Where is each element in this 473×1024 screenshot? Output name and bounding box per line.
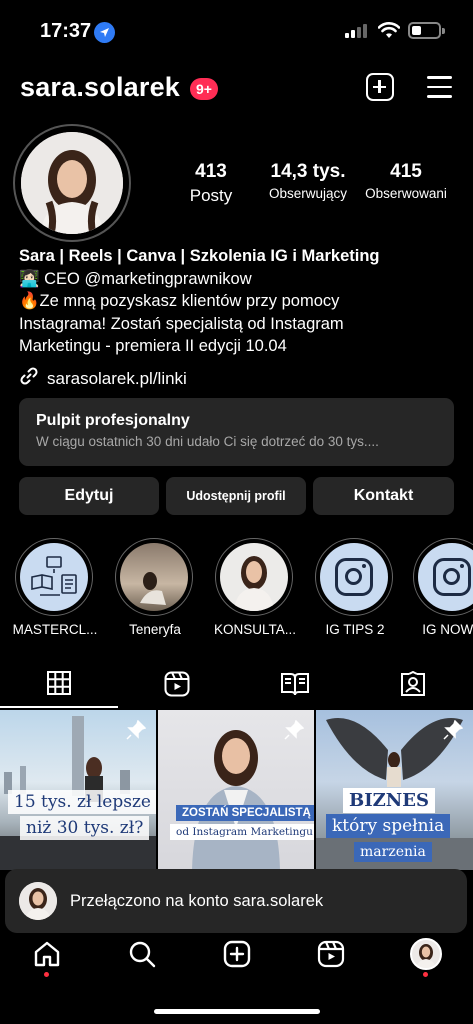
story-highlight[interactable]: MASTERCL...: [13, 538, 97, 637]
instagram-icon: [335, 558, 373, 596]
professional-dashboard-card[interactable]: Pulpit profesjonalny W ciągu ostatnich 3…: [19, 398, 454, 466]
post-caption: ZOSTAŃ SPECJALISTĄ: [176, 805, 314, 821]
tab-reels[interactable]: [118, 660, 236, 708]
following-count-value: 415: [390, 161, 422, 182]
notification-dot: [423, 972, 428, 977]
highlight-label: KONSULTA...: [213, 622, 296, 637]
nav-create[interactable]: [212, 934, 262, 974]
posts-count-value: 413: [195, 161, 227, 182]
instagram-icon: [433, 558, 471, 596]
location-icon: [94, 22, 115, 43]
bio-line: 🔥Ze mną pozyskasz klientów przy pomocy: [19, 292, 340, 310]
guides-icon: [281, 673, 309, 696]
highlight-label: Teneryfa: [129, 622, 181, 637]
pin-icon: [443, 720, 463, 740]
account-switch-toast: Przełączono na konto sara.solarek: [5, 869, 467, 933]
pin-icon: [126, 720, 146, 740]
tab-guides[interactable]: [236, 660, 354, 708]
add-icon: [223, 940, 251, 968]
bio-link[interactable]: sarasolarek.pl/linki: [19, 366, 187, 391]
followers-count-label: Obserwujący: [268, 186, 348, 201]
followers-count-value: 14,3 tys.: [270, 161, 346, 182]
nav-reels[interactable]: [306, 934, 356, 974]
bio-name: Sara | Reels | Canva | Szkolenia IG i Ma…: [19, 247, 380, 265]
bio-line: Instagrama! Zostań specjalistą od Instag…: [19, 314, 344, 333]
pin-icon: [284, 720, 304, 740]
bio-line: 👩🏻‍💻 CEO @marketingprawnikow: [19, 269, 252, 288]
profile-bio: Sara | Reels | Canva | Szkolenia IG i Ma…: [19, 245, 459, 358]
search-icon: [129, 941, 156, 968]
bio-link-text: sarasolarek.pl/linki: [47, 368, 187, 388]
posts-count[interactable]: 413 Posty: [176, 161, 246, 206]
grid-icon: [47, 671, 71, 695]
story-highlight[interactable]: IG TIPS 2: [315, 538, 395, 637]
nav-search[interactable]: [117, 934, 167, 974]
contact-button[interactable]: Kontakt: [313, 477, 454, 515]
highlight-photo: [220, 543, 288, 611]
nav-profile[interactable]: [401, 934, 451, 977]
bottom-navigation: [0, 934, 473, 984]
highlight-label: MASTERCL...: [12, 622, 98, 637]
menu-button[interactable]: [427, 76, 452, 98]
signal-icon: [345, 24, 369, 43]
bio-line: Marketingu - premiera II edycji 10.04: [19, 337, 287, 355]
tab-posts-grid[interactable]: [0, 660, 118, 708]
post-caption: marzenia: [354, 842, 432, 862]
profile-username[interactable]: sara.solarek: [20, 72, 180, 103]
post-caption: od Instagram Marketingu: [170, 824, 314, 840]
avatar[interactable]: [21, 132, 123, 234]
create-post-button[interactable]: [366, 73, 394, 101]
tab-tagged[interactable]: [354, 660, 472, 708]
profile-tabs: [0, 660, 473, 708]
link-icon: [19, 366, 39, 391]
following-count-label: Obserwowani: [365, 186, 447, 201]
following-count[interactable]: 415 Obserwowani: [358, 161, 454, 201]
story-highlight[interactable]: Teneryfa: [115, 538, 195, 637]
toast-avatar: [19, 882, 57, 920]
highlight-label: IG NOWO: [422, 622, 473, 637]
story-highlight[interactable]: KONSULTA...: [214, 538, 296, 637]
post-thumbnail[interactable]: BIZNES który spełnia marzenia: [316, 710, 473, 870]
status-time: 17:37: [40, 20, 92, 42]
home-icon: [34, 941, 60, 967]
posts-count-label: Posty: [189, 186, 233, 205]
followers-count[interactable]: 14,3 tys. Obserwujący: [258, 161, 358, 201]
battery-icon: [408, 22, 445, 39]
highlight-label: IG TIPS 2: [325, 622, 385, 637]
highlight-photo: [120, 543, 188, 611]
post-thumbnail[interactable]: 15 tys. zł lepsze niż 30 tys. zł?: [0, 710, 156, 870]
post-caption: niż 30 tys. zł?: [20, 816, 150, 840]
profile-avatar-icon: [410, 938, 442, 970]
notification-badge[interactable]: 9+: [190, 78, 218, 100]
post-caption: BIZNES: [343, 788, 435, 813]
reels-icon: [164, 671, 190, 697]
dashboard-subtitle: W ciągu ostatnich 30 dni udało Ci się do…: [36, 434, 379, 449]
tagged-icon: [401, 671, 425, 696]
story-highlight[interactable]: IG NOWO: [413, 538, 473, 637]
dashboard-title: Pulpit profesjonalny: [36, 412, 190, 429]
masterclass-icon: [20, 543, 88, 611]
reels-icon: [317, 940, 345, 968]
post-thumbnail[interactable]: ZOSTAŃ SPECJALISTĄ od Instagram Marketin…: [158, 710, 314, 870]
share-profile-button[interactable]: Udostępnij profil: [166, 477, 306, 515]
post-caption: który spełnia: [326, 814, 451, 838]
edit-profile-button[interactable]: Edytuj: [19, 477, 159, 515]
notification-dot: [44, 972, 49, 977]
wifi-icon: [377, 22, 401, 44]
post-caption: 15 tys. zł lepsze: [8, 790, 156, 814]
toast-text: Przełączono na konto sara.solarek: [70, 891, 324, 910]
home-indicator: [154, 1009, 320, 1014]
nav-home[interactable]: [22, 934, 72, 977]
